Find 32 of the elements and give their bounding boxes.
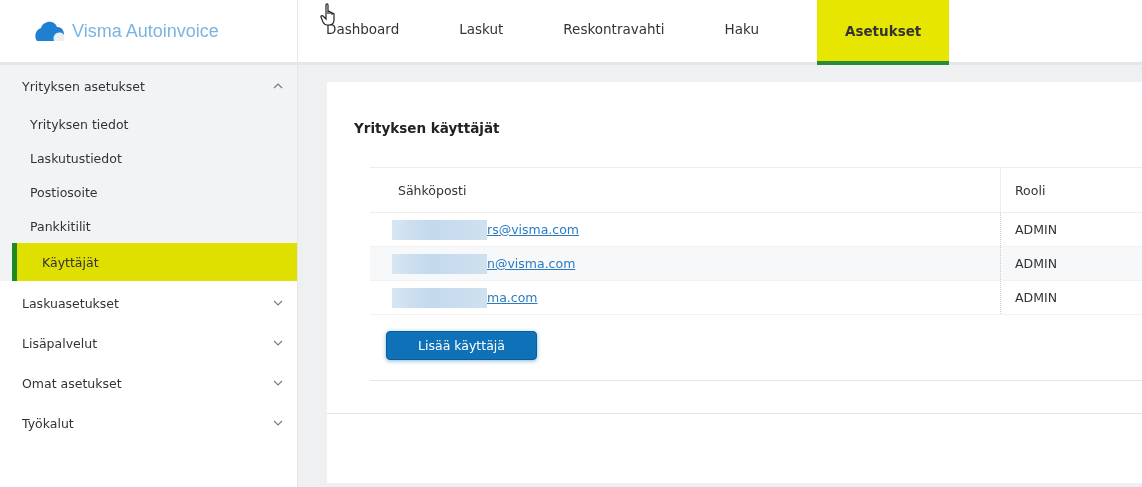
- logo-icon: [34, 19, 68, 43]
- nav-tab[interactable]: Laskut: [459, 0, 534, 62]
- nav-tab[interactable]: Haku: [724, 0, 789, 62]
- chevron-down-icon: [273, 300, 283, 306]
- sidebar-group[interactable]: Laskuasetukset: [0, 283, 297, 323]
- sidebar-group[interactable]: Omat asetukset: [0, 363, 297, 403]
- column-header: Sähköposti: [397, 181, 468, 200]
- sidebar-group[interactable]: Lisäpalvelut: [0, 323, 297, 363]
- table-cell: ADMIN: [1015, 222, 1057, 237]
- sidebar-group[interactable]: Yrityksen asetukset: [0, 65, 297, 107]
- chevron-down-icon: [273, 420, 283, 426]
- email-link[interactable]: ma.com: [487, 290, 538, 305]
- column-header: Rooli: [1000, 168, 1142, 212]
- nav-tab[interactable]: Reskontravahti: [563, 0, 695, 62]
- table-cell: ADMIN: [1015, 256, 1057, 271]
- nav-tab[interactable]: Asetukset: [817, 0, 950, 65]
- sidebar-item[interactable]: Pankkitilit: [0, 209, 297, 243]
- sidebar-item[interactable]: Yrityksen tiedot: [0, 107, 297, 141]
- email-link[interactable]: n@visma.com: [487, 256, 576, 271]
- sidebar-item[interactable]: Postiosoite: [0, 175, 297, 209]
- sidebar-item[interactable]: Käyttäjät: [12, 243, 297, 281]
- chevron-down-icon: [273, 380, 283, 386]
- chevron-up-icon: [273, 83, 283, 89]
- chevron-down-icon: [273, 340, 283, 346]
- nav-tab[interactable]: Dashboard: [326, 0, 430, 62]
- card-title: Yrityksen käyttäjät: [354, 120, 501, 136]
- email-link[interactable]: rs@visma.com: [487, 222, 580, 237]
- add-user-button[interactable]: Lisää käyttäjä: [386, 331, 537, 360]
- sidebar-item[interactable]: Laskutustiedot: [0, 141, 297, 175]
- logo-text: Visma Autoinvoice: [72, 20, 219, 42]
- sidebar-group[interactable]: Työkalut: [0, 403, 297, 443]
- table-cell: ADMIN: [1015, 290, 1057, 305]
